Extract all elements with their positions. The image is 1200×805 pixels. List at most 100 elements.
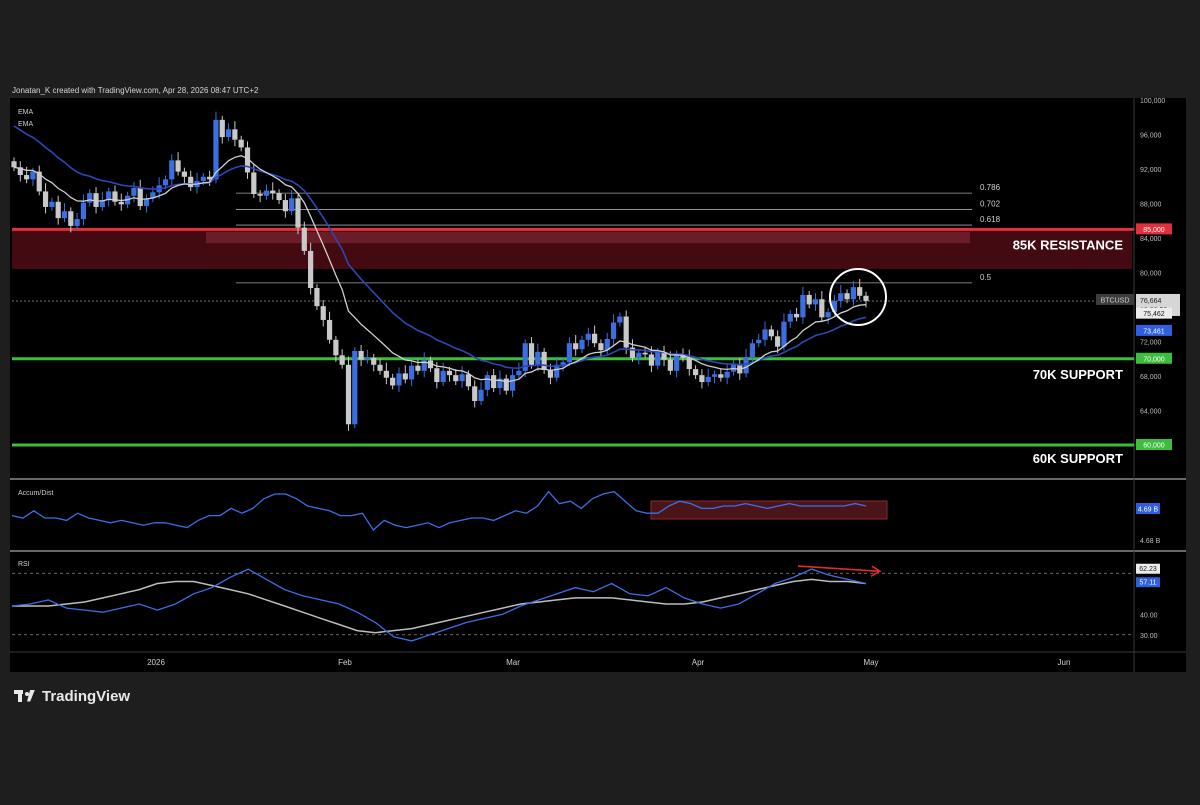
candle-body — [465, 374, 471, 387]
candle-body — [610, 322, 617, 339]
candle-body — [491, 375, 497, 389]
candle-body — [232, 129, 238, 140]
candle-body — [68, 211, 74, 226]
candle-body — [775, 336, 781, 347]
rsi-value-badge-text: 62.23 — [1139, 566, 1157, 573]
candle-body — [371, 357, 377, 365]
candle-body — [326, 319, 333, 340]
rsi-axis-tick: 30.00 — [1140, 633, 1158, 640]
support-60k-badge-text: 60,000 — [1143, 443, 1165, 450]
candle-body — [579, 339, 585, 350]
candle-body — [383, 370, 389, 378]
candle — [623, 310, 629, 355]
chart-canvas[interactable]: 0.786 0.702 0.618 0.5 85K RESISTANCE 70K SUPP… — [0, 0, 1200, 800]
candle-body — [42, 191, 49, 207]
ema-slow-badge-text: 73,461 — [1143, 328, 1165, 335]
resistance-label: 85K RESISTANCE — [1013, 237, 1124, 252]
candle-body — [308, 250, 314, 289]
candle-body — [314, 288, 320, 307]
candle-body — [730, 363, 737, 372]
candle-body — [724, 371, 730, 378]
fib-label-2: 0.618 — [980, 215, 1001, 224]
candle-body — [812, 299, 819, 305]
support-60k-label: 60K SUPPORT — [1033, 451, 1123, 466]
candle-body — [137, 187, 143, 207]
ema-fast-badge-text: 75,462 — [1143, 311, 1165, 318]
tradingview-brand: TradingView — [14, 688, 130, 705]
candle-body — [850, 287, 856, 300]
candle-body — [484, 375, 490, 390]
candle-body — [459, 374, 465, 382]
candle-body — [270, 190, 276, 194]
candle-body — [711, 374, 718, 377]
candle-body — [11, 161, 17, 168]
candle-body — [768, 329, 774, 337]
candle-body — [509, 375, 516, 391]
ema-slow-badge: 73,461 — [1136, 324, 1172, 336]
support-60k-badge: 60,000 — [1136, 439, 1172, 450]
candle-body — [756, 339, 762, 344]
tradingview-logo-icon — [14, 689, 36, 704]
rsi-legend: RSI — [18, 561, 30, 568]
candle-body — [162, 179, 169, 186]
candle-body — [390, 377, 396, 386]
candle-body — [55, 201, 61, 219]
candle-body — [61, 211, 68, 219]
time-axis-label: Feb — [338, 658, 352, 667]
candle-body — [175, 160, 181, 172]
price-axis-tick: 100,000 — [1140, 98, 1165, 105]
candle — [345, 356, 352, 431]
accum-dist-legend: Accum/Dist — [18, 490, 54, 497]
rsi-ma-value-badge-text: 57.11 — [1140, 580, 1157, 587]
candle-body — [516, 370, 522, 376]
candle-body — [617, 316, 623, 323]
tradingview-wordmark: TradingView — [42, 688, 131, 705]
candle-body — [409, 365, 415, 380]
price-axis-tick: 68,000 — [1140, 374, 1162, 381]
candle-body — [528, 343, 535, 365]
candle-body — [415, 365, 421, 371]
support-70k-badge: 70,000 — [1136, 352, 1172, 364]
price-axis-tick: 96,000 — [1140, 133, 1162, 140]
candle-body — [181, 171, 187, 177]
candle-body — [358, 350, 364, 360]
time-axis-label: May — [863, 658, 878, 667]
candle-body — [188, 176, 194, 188]
candle-body — [24, 175, 30, 180]
candle-body — [547, 369, 554, 378]
time-axis-label: Apr — [692, 658, 705, 667]
price-axis-tick: 64,000 — [1140, 409, 1162, 416]
rsi-ma-value-badge: 57.11 — [1136, 577, 1160, 588]
candle-body — [655, 351, 661, 366]
candle-body — [289, 198, 295, 212]
price-axis-tick: 72,000 — [1140, 340, 1162, 347]
candle-body — [743, 357, 749, 374]
ema-slow-legend: EMA — [18, 121, 34, 128]
last-price-text: 76,664 — [1140, 298, 1162, 305]
symbol-badge-text: BTCUSD — [1101, 297, 1130, 304]
price-axis-tick: 92,000 — [1140, 167, 1162, 174]
candle-body — [598, 343, 604, 351]
candle-body — [573, 343, 579, 350]
candle-body — [301, 227, 307, 251]
candle-body — [781, 321, 787, 347]
resistance-price-badge-text: 85,000 — [1143, 227, 1165, 234]
candle-body — [446, 370, 453, 376]
chart-attribution: Jonatan_K created with TradingView.com, … — [12, 86, 259, 95]
candle-body — [453, 375, 459, 382]
candle-body — [793, 313, 800, 318]
candle-body — [87, 193, 93, 203]
trading-chart: 0.786 0.702 0.618 0.5 85K RESISTANCE 70K SUPP… — [0, 0, 1200, 800]
symbol-badge: BTCUSD — [1096, 293, 1134, 305]
candle-body — [377, 364, 383, 371]
price-axis-tick: 84,000 — [1140, 236, 1162, 243]
price-axis-tick: 88,000 — [1140, 202, 1162, 209]
candle-body — [30, 171, 36, 180]
candle-body — [535, 351, 541, 365]
candle-body — [749, 343, 755, 358]
candle-body — [434, 368, 440, 383]
candle-body — [251, 172, 257, 195]
acc-axis-tick: 4.68 B — [1140, 538, 1161, 545]
candle-body — [169, 160, 175, 180]
candle-body — [585, 333, 591, 340]
